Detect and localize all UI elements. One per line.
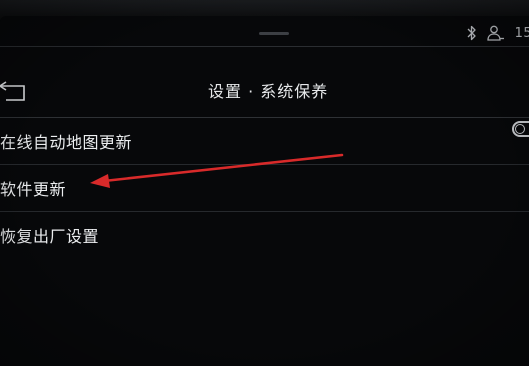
clock: 15:	[514, 25, 529, 41]
status-bar: 15:	[467, 22, 529, 44]
map-update-toggle[interactable]	[512, 121, 529, 137]
user-profile-icon[interactable]	[486, 25, 505, 41]
status-divider	[0, 46, 529, 47]
toggle-knob	[515, 124, 525, 134]
list-item-factory-reset[interactable]: 恢复出厂设置	[0, 212, 529, 258]
back-arrow-icon	[0, 81, 30, 108]
page-title: 设置 · 系统保养	[208, 82, 329, 101]
list-item-label: 在线自动地图更新	[0, 133, 133, 152]
list-item-label: 软件更新	[0, 180, 67, 199]
list-item-online-map-update[interactable]: 在线自动地图更新	[0, 117, 529, 165]
bluetooth-icon	[467, 25, 477, 41]
infotainment-screen: 15: 设置 · 系统保养 在线自动地图更新 软件更新 恢复出厂设置	[0, 0, 529, 366]
list-item-label: 恢复出厂设置	[0, 227, 100, 246]
list-item-software-update[interactable]: 软件更新	[0, 165, 529, 212]
back-button[interactable]	[0, 80, 30, 104]
settings-list: 在线自动地图更新 软件更新 恢复出厂设置	[0, 117, 529, 258]
pull-down-handle[interactable]	[259, 32, 289, 35]
